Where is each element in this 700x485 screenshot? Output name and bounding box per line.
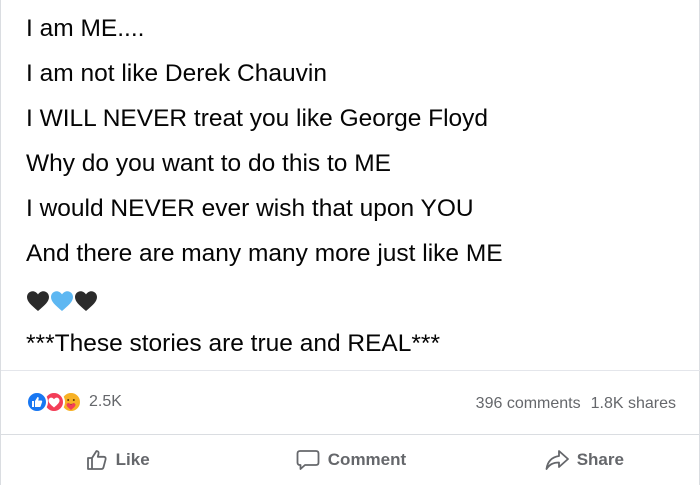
post-line-5: I would NEVER ever wish that upon YOU xyxy=(26,195,474,222)
black-heart-icon xyxy=(74,290,98,312)
post-line-6: And there are many many more just like M… xyxy=(26,240,503,267)
comment-button[interactable]: Comment xyxy=(234,435,467,485)
black-heart-icon xyxy=(26,290,50,312)
post-line-3: I WILL NEVER treat you like George Floyd xyxy=(26,105,489,132)
heart-emoji-row xyxy=(26,276,686,321)
share-arrow-icon xyxy=(545,449,569,471)
post-line-4: Why do you want to do this to ME xyxy=(26,150,391,177)
like-button-label: Like xyxy=(115,450,150,469)
post-action-bar: Like Comment Share xyxy=(1,434,700,485)
reaction-count[interactable]: 2.5K xyxy=(89,393,122,411)
post-text: I am ME.... I am not like Derek Chauvin … xyxy=(26,6,686,366)
blue-heart-icon xyxy=(50,290,74,312)
post-line-2: I am not like Derek Chauvin xyxy=(26,60,327,87)
engagement-counts: 396 comments 1.8K shares xyxy=(476,395,676,413)
share-button[interactable]: Share xyxy=(468,435,700,485)
comments-count-link[interactable]: 396 comments xyxy=(476,395,581,413)
like-reaction-icon xyxy=(26,391,48,413)
facebook-post: I am ME.... I am not like Derek Chauvin … xyxy=(0,0,700,485)
comment-bubble-icon xyxy=(296,449,320,471)
thumbs-up-icon xyxy=(86,449,108,471)
post-stats-bar: 2.5K 396 comments 1.8K shares xyxy=(1,370,700,434)
shares-count-link[interactable]: 1.8K shares xyxy=(591,395,676,413)
reactions-summary[interactable]: 2.5K xyxy=(26,391,122,413)
comment-button-label: Comment xyxy=(327,450,407,469)
post-line-1: I am ME.... xyxy=(26,15,145,42)
share-button-label: Share xyxy=(576,450,624,469)
post-closing-line: ***These stories are true and REAL*** xyxy=(26,330,440,357)
like-button[interactable]: Like xyxy=(1,435,234,485)
